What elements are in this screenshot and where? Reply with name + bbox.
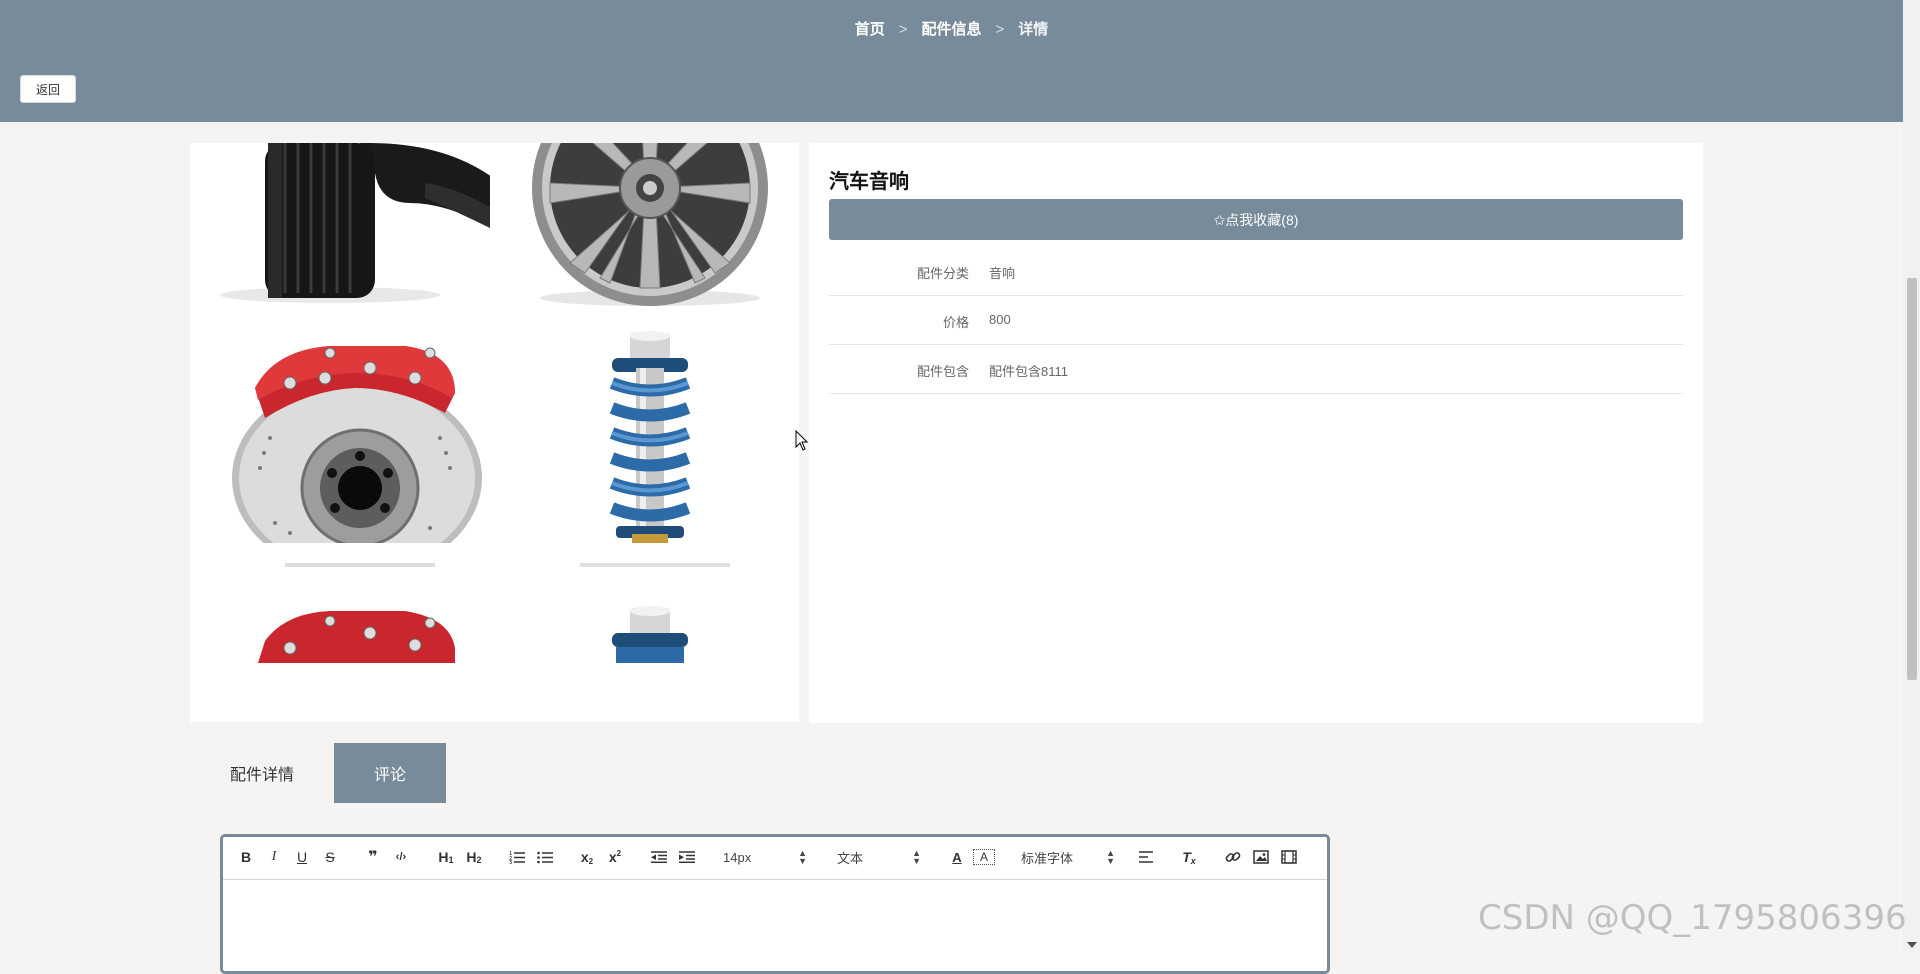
bullet-list-icon[interactable] bbox=[535, 846, 555, 868]
background-color-button[interactable]: A bbox=[973, 849, 995, 865]
shock-absorber-image bbox=[560, 563, 740, 663]
back-button[interactable]: 返回 bbox=[20, 75, 76, 103]
breadcrumb-home[interactable]: 首页 bbox=[855, 21, 885, 38]
shock-absorber-image bbox=[560, 328, 740, 543]
indent-icon[interactable] bbox=[677, 846, 697, 868]
outdent-icon[interactable] bbox=[649, 846, 669, 868]
product-title: 汽车音响 bbox=[829, 171, 909, 193]
category-label: 配件分类 bbox=[916, 266, 969, 281]
select-caret-icon: ▲ ▼ bbox=[912, 848, 921, 866]
font-family-select[interactable]: 标准字体 ▲ ▼ bbox=[1021, 846, 1115, 868]
favorite-button[interactable]: ✩点我收藏(8) bbox=[829, 199, 1683, 240]
tab-details[interactable]: 配件详情 bbox=[206, 743, 318, 803]
paragraph-value: 文本 bbox=[837, 850, 864, 866]
editor-toolbar: B I U S ❞ ‹/› H1 H2 123 x2 x2 14px ▲ ▼ 文本… bbox=[223, 837, 1327, 880]
tab-comments[interactable]: 评论 bbox=[334, 743, 446, 803]
brake-image bbox=[230, 563, 490, 663]
scroll-down-arrow[interactable] bbox=[1907, 942, 1917, 948]
product-detail-panel: 汽车音响 ✩点我收藏(8) 配件分类 音响 价格 800 配件包含 配件包含81… bbox=[809, 143, 1703, 723]
select-caret-icon: ▲ ▼ bbox=[1106, 848, 1115, 866]
breadcrumb-section[interactable]: 配件信息 bbox=[921, 21, 981, 38]
breadcrumb: 首页 > 配件信息 > 详情 bbox=[0, 18, 1903, 39]
price-label: 价格 bbox=[942, 315, 969, 330]
csdn-watermark: CSDN @QQ_1795806396 bbox=[1478, 898, 1907, 938]
brake-image bbox=[230, 338, 490, 543]
clean-format-button[interactable]: Tx bbox=[1179, 846, 1199, 868]
h2-button[interactable]: H2 bbox=[463, 846, 485, 868]
strike-button[interactable]: S bbox=[321, 846, 339, 868]
info-row-category: 配件分类 音响 bbox=[829, 247, 1683, 296]
scrollbar-thumb[interactable] bbox=[1907, 278, 1917, 680]
page-scrollbar[interactable] bbox=[1903, 0, 1920, 952]
rim-image bbox=[520, 143, 780, 308]
font-color-button[interactable]: A bbox=[947, 846, 967, 868]
mouse-cursor-icon bbox=[795, 430, 809, 451]
align-icon[interactable] bbox=[1137, 846, 1157, 868]
comment-editor[interactable]: B I U S ❞ ‹/› H1 H2 123 x2 x2 14px ▲ ▼ 文本… bbox=[220, 834, 1330, 974]
font-size-select[interactable]: 14px ▲ ▼ bbox=[723, 846, 807, 868]
underline-button[interactable]: U bbox=[293, 846, 311, 868]
info-row-price: 价格 800 bbox=[829, 296, 1683, 345]
video-icon[interactable] bbox=[1279, 846, 1299, 868]
quote-button[interactable]: ❞ bbox=[363, 846, 383, 868]
breadcrumb-current: 详情 bbox=[1018, 21, 1049, 38]
font-size-value: 14px bbox=[723, 849, 752, 865]
paragraph-select[interactable]: 文本 ▲ ▼ bbox=[837, 846, 921, 868]
ordered-list-icon[interactable]: 123 bbox=[507, 846, 527, 868]
includes-value: 配件包含8111 bbox=[989, 364, 1068, 379]
subscript-button[interactable]: x2 bbox=[577, 846, 597, 868]
italic-button[interactable]: I bbox=[265, 846, 283, 868]
superscript-button[interactable]: x2 bbox=[605, 846, 625, 868]
svg-text:3: 3 bbox=[509, 860, 512, 864]
bold-button[interactable]: B bbox=[237, 846, 255, 868]
top-header: 首页 > 配件信息 > 详情 返回 bbox=[0, 0, 1903, 122]
includes-label: 配件包含 bbox=[916, 364, 969, 379]
breadcrumb-separator: > bbox=[898, 21, 908, 38]
breadcrumb-separator: > bbox=[995, 21, 1005, 38]
font-family-value: 标准字体 bbox=[1021, 850, 1074, 866]
code-button[interactable]: ‹/› bbox=[391, 846, 411, 868]
category-value: 音响 bbox=[989, 266, 1016, 281]
info-row-includes: 配件包含 配件包含8111 bbox=[829, 345, 1683, 394]
product-image-carousel[interactable] bbox=[190, 143, 799, 722]
image-icon[interactable] bbox=[1251, 846, 1271, 868]
tire-image bbox=[210, 143, 490, 303]
price-value: 800 bbox=[989, 312, 1011, 327]
h1-button[interactable]: H1 bbox=[435, 846, 457, 868]
select-caret-icon: ▲ ▼ bbox=[798, 848, 807, 866]
link-icon[interactable] bbox=[1223, 846, 1243, 868]
